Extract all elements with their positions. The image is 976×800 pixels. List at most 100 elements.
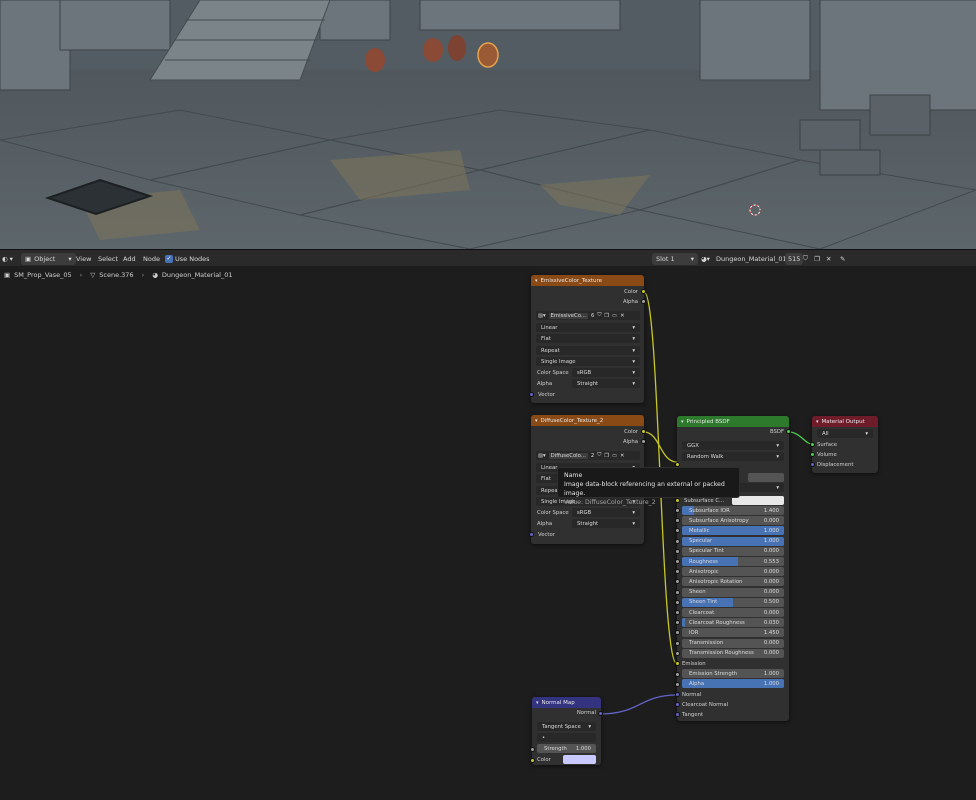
socket-param-in[interactable]	[675, 650, 680, 656]
field-label: IOR	[689, 629, 699, 636]
socket-param-in[interactable]	[675, 528, 680, 534]
node-material-output[interactable]: ▾ Material Output All ▾ Surface Volume Dis…	[810, 416, 878, 473]
space-dropdown[interactable]: Tangent Space ▾	[537, 722, 596, 731]
socket-tangent-in[interactable]	[675, 712, 680, 717]
subsurface-value-field[interactable]	[748, 473, 784, 482]
socket-param-in[interactable]	[675, 640, 680, 646]
field-label: Clearcoat Roughness	[689, 619, 745, 626]
socket-normal-in[interactable]	[675, 692, 680, 697]
socket-vector-in[interactable]	[529, 392, 534, 397]
color-space-dropdown[interactable]: sRGB ▾	[572, 368, 640, 377]
socket-emission-in[interactable]	[675, 661, 680, 666]
socket-volume-in[interactable]	[810, 452, 815, 457]
image-name: DiffuseColo...	[548, 452, 588, 459]
node-header[interactable]: ▾ Material Output	[812, 416, 878, 427]
socket-normal-out[interactable]	[598, 711, 603, 716]
node-normal-map[interactable]: ▾ Normal Map Normal Tangent Space ▾ • Stre…	[530, 697, 603, 765]
dropdown-value: Flat	[541, 335, 551, 342]
bsdf-param-field[interactable]: Clearcoat 0.000	[682, 608, 784, 617]
uv-map-field[interactable]: •	[537, 733, 596, 742]
socket-bsdf-out[interactable]	[786, 429, 791, 434]
socket-param-in[interactable]	[675, 569, 680, 575]
field-value: 0.030	[763, 619, 779, 626]
socket-param-in[interactable]	[675, 599, 680, 605]
node-header[interactable]: ▾ Normal Map	[532, 697, 601, 708]
socket-param-in[interactable]	[675, 548, 680, 554]
socket-param-in[interactable]	[675, 518, 680, 524]
image-selector[interactable]: ▨▾ DiffuseColo... 2 ⛉ ❐ ▭ ✕	[536, 451, 640, 460]
shader-editor[interactable]: ◐ ▾ ▣ Object ▾ View Select Add Node ✓ Use No…	[0, 249, 976, 800]
socket-strength-in[interactable]	[530, 747, 535, 752]
extension-dropdown[interactable]: Repeat ▾	[536, 346, 640, 355]
alpha-mode-dropdown[interactable]: Straight ▾	[572, 379, 640, 388]
socket-param-in[interactable]	[675, 620, 680, 626]
chevron-down-icon: ▾	[632, 369, 635, 376]
socket-param-in[interactable]	[675, 589, 680, 595]
color-space-label: Color Space	[537, 509, 569, 516]
socket-surface-in[interactable]	[810, 442, 815, 447]
subsurface-color-swatch[interactable]	[732, 496, 784, 505]
distribution-dropdown[interactable]: GGX ▾	[682, 441, 784, 450]
bsdf-param-field[interactable]: Sheen Tint 0.500	[682, 597, 784, 607]
socket-color-in[interactable]	[530, 758, 535, 763]
bsdf-param-field[interactable]: Subsurface Anisotropy 0.000	[682, 516, 784, 526]
socket-color-out[interactable]	[641, 429, 646, 434]
socket-param-in[interactable]	[675, 538, 680, 544]
node-links	[599, 291, 813, 715]
projection-dropdown[interactable]: Flat ▾	[536, 334, 640, 343]
socket-param-in[interactable]	[675, 508, 680, 513]
shield-icon: ⛉	[597, 452, 602, 458]
bsdf-param-field[interactable]: Specular 1.000	[682, 536, 784, 546]
node-principled-bsdf[interactable]: ▾ Principled BSDF BSDF GGX ▾ Random Walk ▾ …	[675, 416, 791, 721]
bsdf-param-field[interactable]: Roughness 0.553	[682, 557, 784, 566]
output-target-dropdown[interactable]: All ▾	[817, 429, 873, 438]
socket-alpha-out[interactable]	[641, 439, 646, 444]
image-selector[interactable]: ▨▾ EmissiveCo... 6 ⛉ ❐ ▭ ✕	[536, 311, 640, 320]
subsurface-method-dropdown[interactable]: Random Walk ▾	[682, 452, 784, 461]
field-label: Sheen Tint	[689, 599, 718, 606]
socket-color-out[interactable]	[641, 289, 646, 294]
dropdown-value: Flat	[541, 475, 551, 482]
bsdf-param-field[interactable]: Sheen 0.000	[682, 587, 784, 597]
socket-param-in[interactable]	[675, 579, 680, 585]
bsdf-param-field[interactable]: Subsurface IOR 1.400	[682, 506, 784, 515]
socket-vector-in[interactable]	[529, 532, 534, 537]
field-value: 1.450	[763, 629, 779, 636]
node-header[interactable]: ▾ EmissiveColor_Texture	[531, 275, 644, 286]
node-emissive-texture[interactable]: ▾ EmissiveColor_Texture Color Alpha ▨▾ Em…	[529, 275, 646, 403]
bsdf-param-field[interactable]: Clearcoat Roughness 0.030	[682, 618, 784, 628]
strength-field[interactable]: Strength 1.000	[537, 744, 596, 753]
interpolation-dropdown[interactable]: Linear ▾	[536, 323, 640, 332]
bsdf-param-field[interactable]: Anisotropic Rotation 0.000	[682, 577, 784, 587]
bsdf-param-field[interactable]: IOR 1.450	[682, 628, 784, 638]
emission-strength-field[interactable]: Emission Strength 1.000	[682, 669, 784, 678]
socket-alpha-out[interactable]	[641, 299, 646, 304]
socket-clearcoat-normal-in[interactable]	[675, 702, 680, 707]
alpha-field[interactable]: Alpha 1.000	[682, 679, 784, 688]
color-space-dropdown[interactable]: sRGB ▾	[572, 508, 640, 517]
bsdf-param-field[interactable]: Anisotropic 0.000	[682, 567, 784, 577]
node-header[interactable]: ▾ Principled BSDF	[677, 416, 789, 427]
bsdf-param-field[interactable]: Transmission Roughness 0.000	[682, 648, 784, 658]
3d-viewport[interactable]	[0, 0, 976, 249]
color-swatch[interactable]	[563, 755, 596, 764]
alpha-mode-dropdown[interactable]: Straight ▾	[572, 519, 640, 528]
surface-label: Surface	[817, 441, 838, 448]
tangent-label: Tangent	[682, 711, 704, 718]
socket-displacement-in[interactable]	[810, 462, 815, 467]
field-label: Strength	[544, 745, 567, 752]
node-header[interactable]: ▾ DiffuseColor_Texture_2	[531, 415, 644, 426]
bsdf-param-field[interactable]: Metallic 1.000	[682, 526, 784, 536]
socket-param-in[interactable]	[675, 630, 680, 636]
bsdf-param-field[interactable]: Specular Tint 0.000	[682, 546, 784, 556]
socket-alpha-in[interactable]	[675, 682, 680, 687]
socket-param-in[interactable]	[675, 559, 680, 564]
param-fill	[682, 618, 686, 628]
duplicate-icon: ❐	[604, 452, 609, 459]
node-title: Material Output	[821, 418, 865, 425]
bsdf-param-field[interactable]: Transmission 0.000	[682, 638, 784, 648]
socket-param-in[interactable]	[675, 610, 680, 615]
field-value: 0.000	[763, 589, 779, 596]
source-dropdown[interactable]: Single Image ▾	[536, 357, 640, 366]
socket-emission-strength-in[interactable]	[675, 672, 680, 677]
